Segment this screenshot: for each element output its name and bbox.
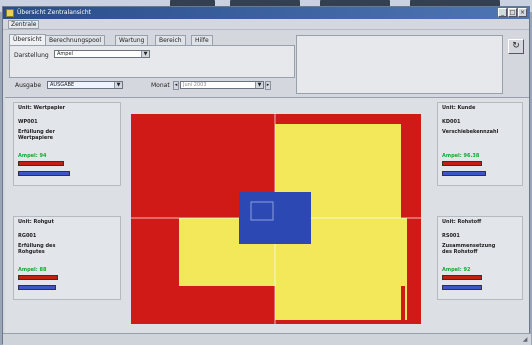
status-bar-blue (18, 285, 56, 290)
pane-description: Erfüllung der Wertpapiere (18, 129, 55, 141)
ausgabe-label: Ausgabe (15, 82, 42, 89)
chevron-down-icon[interactable]: ▼ (114, 82, 122, 88)
darstellung-value: Ampel (57, 51, 73, 57)
chevron-down-icon[interactable]: ▼ (255, 82, 263, 88)
status-bar-red (18, 161, 64, 166)
previous-icon[interactable]: ◂ (173, 81, 179, 90)
pane-state: Ampel: 94 (18, 153, 47, 159)
status-bar-blue (442, 285, 482, 290)
monat-value: Juni 2003 (183, 82, 207, 88)
pane-title: Unit: Wertpapier (18, 105, 66, 111)
darstellung-select[interactable]: Ampel ▼ (54, 50, 150, 58)
app-window: Übersicht Zentralansicht _ □ × Zentrale … (2, 6, 531, 345)
pane-code: WP001 (18, 119, 38, 125)
pane-title: Unit: Kunde (442, 105, 476, 111)
app-icon (6, 9, 14, 17)
pane-description: Erfüllung des Rohgutes (18, 243, 56, 255)
menu-bar: Zentrale (3, 19, 529, 30)
monat-select[interactable]: Juni 2003 ▼ (180, 81, 264, 89)
unit-pane-rohstoff[interactable]: Unit: Rohstoff RS001 Zusammensetzung des… (437, 216, 523, 300)
resize-grip-icon[interactable]: ◢ (521, 336, 529, 344)
pane-state: Ampel: 92 (442, 267, 471, 273)
unit-pane-wertpapier[interactable]: Unit: Wertpapier WP001 Erfüllung der Wer… (13, 102, 121, 186)
matrix-yellow-edge (405, 218, 407, 320)
status-bar-red (442, 161, 482, 166)
ausgabe-select[interactable]: AUSGABE ▼ (47, 81, 123, 89)
pane-code: KD001 (442, 119, 461, 125)
status-bar-red (18, 275, 58, 280)
matrix-blue-center (239, 192, 311, 244)
title-bar[interactable]: Übersicht Zentralansicht _ □ × (3, 7, 529, 19)
pane-title: Unit: Rohgut (18, 219, 54, 225)
dashboard-area: Unit: Wertpapier WP001 Erfüllung der Wer… (5, 97, 529, 333)
ausgabe-value: AUSGABE (50, 82, 75, 88)
refresh-button[interactable]: ↻ (508, 39, 524, 54)
pane-description: Zusammensetzung des Rohstoff (442, 243, 496, 255)
unit-pane-rohgut[interactable]: Unit: Rohgut RG001 Erfüllung des Rohgute… (13, 216, 121, 300)
filter-row: Ausgabe AUSGABE ▼ Monat ◂ Juni 2003 ▼ ▸ (3, 79, 531, 93)
tab-panel: Darstellung Ampel ▼ (9, 45, 295, 78)
status-matrix[interactable] (131, 114, 421, 324)
next-icon[interactable]: ▸ (265, 81, 271, 90)
close-icon[interactable]: × (518, 8, 527, 17)
status-bar-blue (18, 171, 70, 176)
menu-item-zentrale[interactable]: Zentrale (8, 20, 40, 29)
pane-code: RS001 (442, 233, 460, 239)
pane-description: Verschiebekennzahl (442, 129, 499, 135)
pane-code: RG001 (18, 233, 37, 239)
window-title: Übersicht Zentralansicht (17, 9, 92, 16)
maximize-icon[interactable]: □ (508, 8, 517, 17)
chevron-down-icon[interactable]: ▼ (141, 51, 149, 57)
darstellung-label: Darstellung (14, 52, 49, 59)
status-bar-red (442, 275, 482, 280)
monat-label: Monat (151, 82, 170, 89)
pane-state: Ampel: 96.38 (442, 153, 480, 159)
unit-pane-kunde[interactable]: Unit: Kunde KD001 Verschiebekennzahl Amp… (437, 102, 523, 186)
pane-title: Unit: Rohstoff (442, 219, 482, 225)
status-bar-blue (442, 171, 486, 176)
minimize-icon[interactable]: _ (498, 8, 507, 17)
pane-state: Ampel: 88 (18, 267, 47, 273)
status-bar: ◢ (3, 333, 531, 345)
